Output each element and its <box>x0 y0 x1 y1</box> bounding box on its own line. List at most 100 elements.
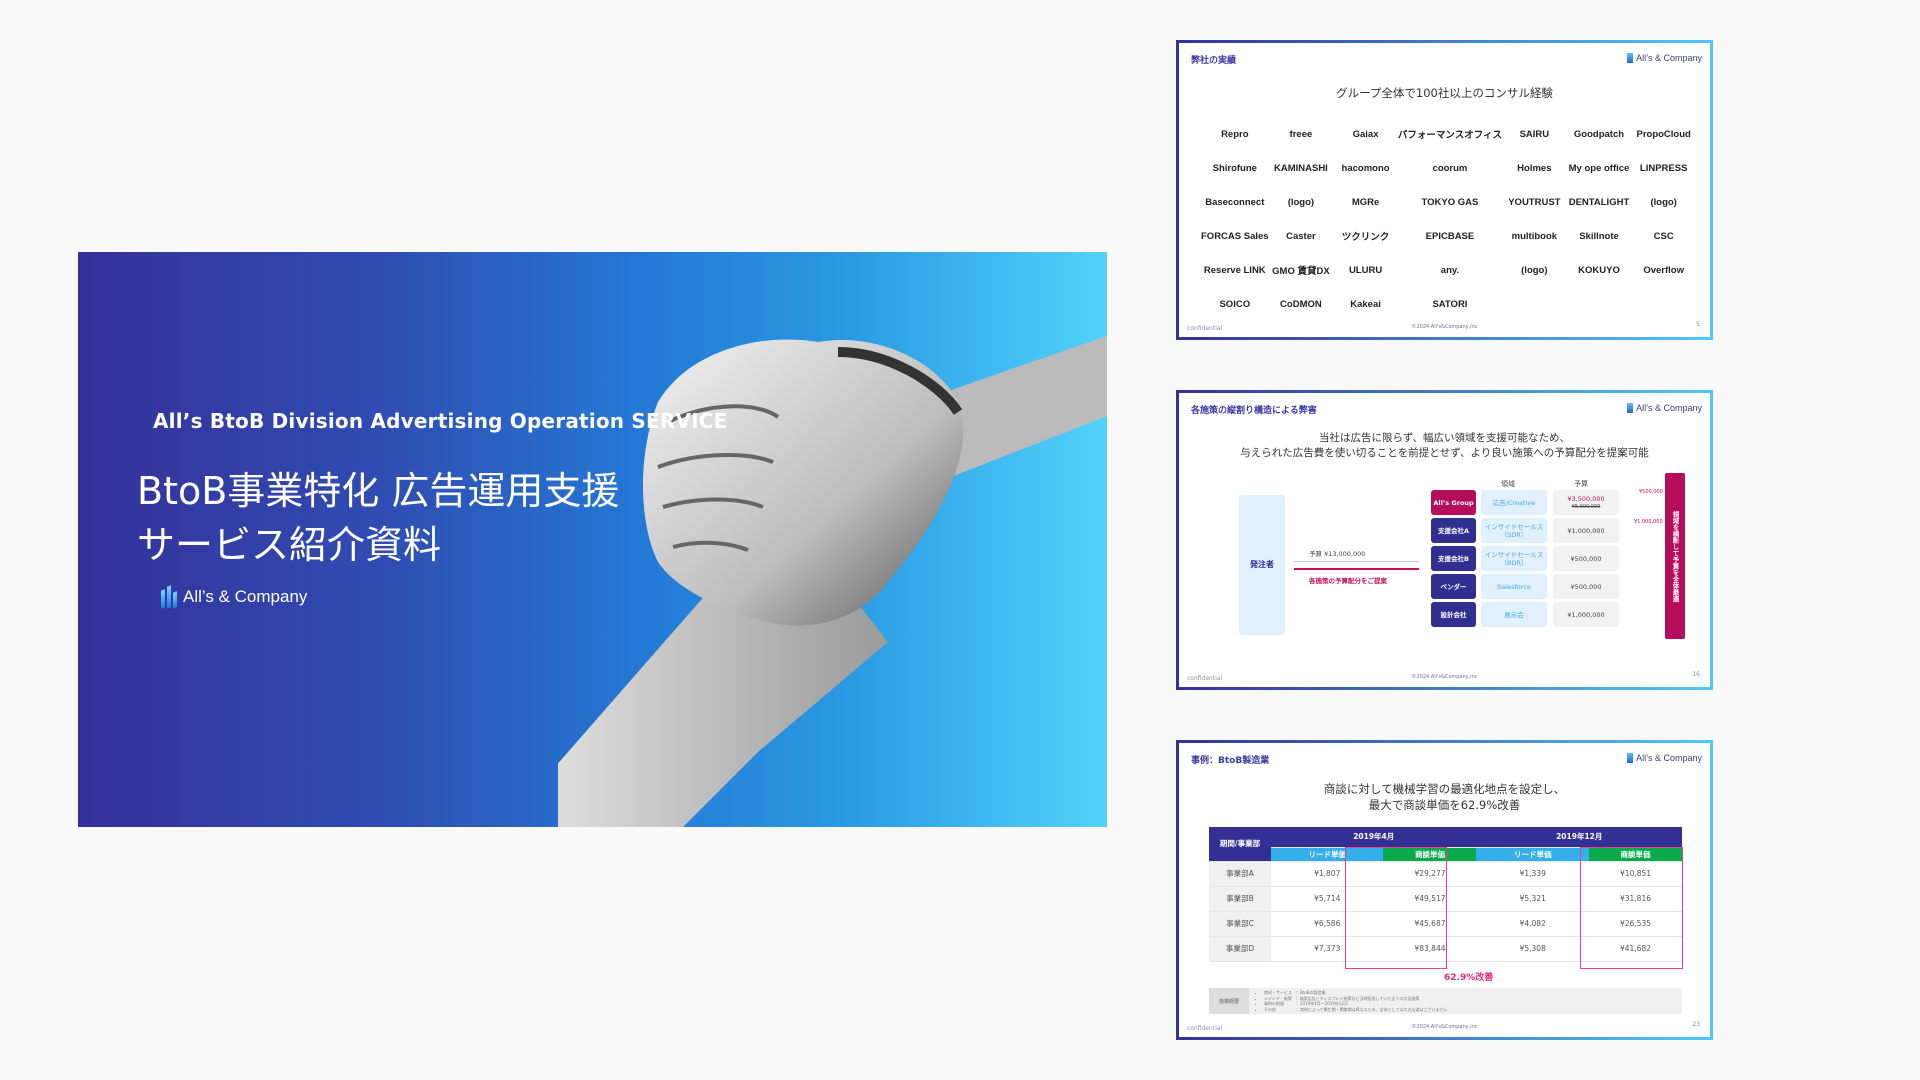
period-header: 2019年12月 <box>1476 827 1682 848</box>
copyright: ©2024 All's&Company,inc <box>1411 1024 1478 1030</box>
slide-subtitle: All’s BtoB Division Advertising Operatio… <box>153 409 728 433</box>
corner-header: 期間/事業部 <box>1209 827 1271 862</box>
note-item: その他 ：商材によって繁忙期・閑散期は異なるため、全体としては大きな波はございま… <box>1264 1007 1447 1013</box>
client-logo: (logo) <box>1650 196 1677 208</box>
client-logo: freee <box>1289 128 1313 140</box>
client-logo: coorum <box>1432 162 1468 174</box>
budget-label: 予算 ¥13,000,000 <box>1309 550 1366 558</box>
client-logo: Gaiax <box>1352 128 1379 140</box>
org-box: All’s Group <box>1431 490 1476 515</box>
company-logo: All’s & Company <box>1627 53 1702 63</box>
page-number: 16 <box>1692 671 1700 678</box>
client-logo: LINPRESS <box>1639 162 1688 174</box>
slide-thumbnail-16[interactable]: 各施策の縦割り構造による弊害 All’s & Company 当社は広告に限らず… <box>1176 390 1713 690</box>
dept-cell: 事業部A <box>1209 861 1271 887</box>
copyright: ©2024 All's&Company,inc <box>1411 674 1478 680</box>
highlight-december <box>1580 847 1683 969</box>
slide-thumbnail-23[interactable]: 事例：BtoB製造業 All’s & Company 商談に対して機械学習の最適… <box>1176 740 1713 1040</box>
client-logo: ツクリンク <box>1341 232 1390 243</box>
client-box: 発注者 <box>1239 495 1285 635</box>
domain-box: インサイドセールス （BDR） <box>1481 546 1547 571</box>
highlight-april <box>1345 847 1447 969</box>
logo-mark-icon <box>161 585 177 609</box>
domain-box: 広告/Creative <box>1481 490 1547 515</box>
client-logo: CoDMON <box>1280 298 1322 310</box>
client-logo: Kakeai <box>1350 298 1381 310</box>
client-logo: KAMINASHI <box>1273 162 1328 174</box>
client-logo: hacomono <box>1341 162 1390 174</box>
value-cell: ¥1,339 <box>1476 861 1589 887</box>
client-logo: SOICO <box>1219 298 1251 310</box>
org-box: ベンダー <box>1431 574 1476 599</box>
budget-arrow <box>1294 561 1419 562</box>
logo-mark-icon <box>1627 403 1634 413</box>
client-logo: Goodpatch <box>1573 128 1625 140</box>
period-header: 2019年4月 <box>1271 827 1477 848</box>
client-logo: (logo) <box>1521 264 1548 276</box>
client-logo: (logo) <box>1287 196 1315 208</box>
client-logo: multibook <box>1511 230 1558 242</box>
value-cell: ¥4,082 <box>1476 911 1589 937</box>
client-logo: KOKUYO <box>1578 264 1620 276</box>
client-logo: ULURU <box>1348 264 1383 276</box>
proposal-label: 各施策の予算配分をご提案 <box>1309 577 1387 585</box>
value-cell: ¥5,321 <box>1476 886 1589 912</box>
client-logo: PropoCloud <box>1636 128 1691 140</box>
main-slide[interactable]: All’s BtoB Division Advertising Operatio… <box>78 252 1107 827</box>
slide-title: BtoB事業特化 広告運用支援 サービス紹介資料 <box>137 469 620 567</box>
client-logo: FORCAS Sales <box>1201 230 1269 242</box>
thumb-heading: 各施策の縦割り構造による弊害 <box>1191 406 1317 416</box>
client-logo: Repro <box>1221 128 1249 140</box>
client-logo-grid: Repro freee Gaiax パフォーマンスオフィス SAIRU Goodpatch… <box>1201 123 1696 315</box>
dept-cell: 事業部D <box>1209 936 1271 962</box>
new-budget: ¥3,500,000 <box>1567 494 1605 503</box>
company-logo: All’s & Company <box>1627 753 1702 763</box>
client-logo: Shirofune <box>1212 162 1257 174</box>
client-logo: EPICBASE <box>1425 230 1475 242</box>
org-box: 設計会社 <box>1431 602 1476 627</box>
value-cell: ¥5,308 <box>1476 936 1589 962</box>
domain-box: 展示会 <box>1481 602 1547 627</box>
dept-cell: 事業部B <box>1209 886 1271 912</box>
page-number: 5 <box>1696 321 1700 328</box>
client-logo: any. <box>1440 264 1460 276</box>
logo-mark-icon <box>1627 753 1634 763</box>
thumb-lead: グループ全体で100社以上のコンサル経験 <box>1336 86 1553 100</box>
client-logo: SAIRU <box>1519 128 1550 140</box>
org-box: 支援会社B <box>1431 546 1476 571</box>
notes-label: 施策概要 <box>1209 988 1249 1014</box>
copyright: ©2024 All's&Company,inc <box>1411 324 1478 330</box>
domain-box: インサイドセールス （SDR） <box>1481 518 1547 543</box>
client-logo: CSC <box>1653 230 1674 242</box>
logo-text: All’s & Company <box>183 587 308 606</box>
slide-thumbnail-5[interactable]: 弊社の実績 All’s & Company グループ全体で100社以上のコンサル… <box>1176 40 1713 340</box>
org-box: 支援会社A <box>1431 518 1476 543</box>
client-logo: YOUTRUST <box>1508 196 1561 208</box>
improvement-label: 62.9%改善 <box>1444 973 1494 983</box>
budget-box: ¥500,000 <box>1553 574 1619 599</box>
transfer-1: ¥500,000 <box>1639 489 1663 495</box>
thumb-heading: 弊社の実績 <box>1191 56 1237 66</box>
budget-box: ¥500,000 <box>1553 546 1619 571</box>
client-logo: My ope office <box>1568 162 1630 174</box>
company-logo: All’s & Company <box>161 585 308 609</box>
domain-box: Salesforce <box>1481 574 1547 599</box>
col-budget: 予算 <box>1574 480 1588 488</box>
page-number: 23 <box>1692 1021 1700 1028</box>
old-budget: ¥5,000,000 <box>1571 503 1601 510</box>
company-logo: All’s & Company <box>1627 403 1702 413</box>
budget-box: ¥1,000,000 <box>1553 518 1619 543</box>
optimize-bar: 領域を横断して予算を全体最適 <box>1665 473 1685 639</box>
notes-box: 施策概要 商材・サービス ：BtoBの製造業メディア・施策 ：検索広告とディスプ… <box>1209 988 1682 1014</box>
budget-box: ¥3,500,000 ¥5,000,000 <box>1553 490 1619 515</box>
client-logo: Overflow <box>1643 264 1684 276</box>
handshake-photo <box>558 335 1107 827</box>
client-logo: SATORI <box>1432 298 1468 310</box>
client-logo: GMO 賃貸DX <box>1272 266 1330 277</box>
dept-cell: 事業部C <box>1209 911 1271 937</box>
thumb-lead: 当社は広告に限らず、幅広い領域を支援可能なため、 与えられた広告費を使い切ること… <box>1240 432 1649 459</box>
client-logo: パフォーマンスオフィス <box>1397 130 1503 141</box>
client-logo: Reserve LINK <box>1203 264 1266 276</box>
client-logo: Caster <box>1286 230 1316 242</box>
transfer-2: ¥1,000,000 <box>1634 519 1663 525</box>
